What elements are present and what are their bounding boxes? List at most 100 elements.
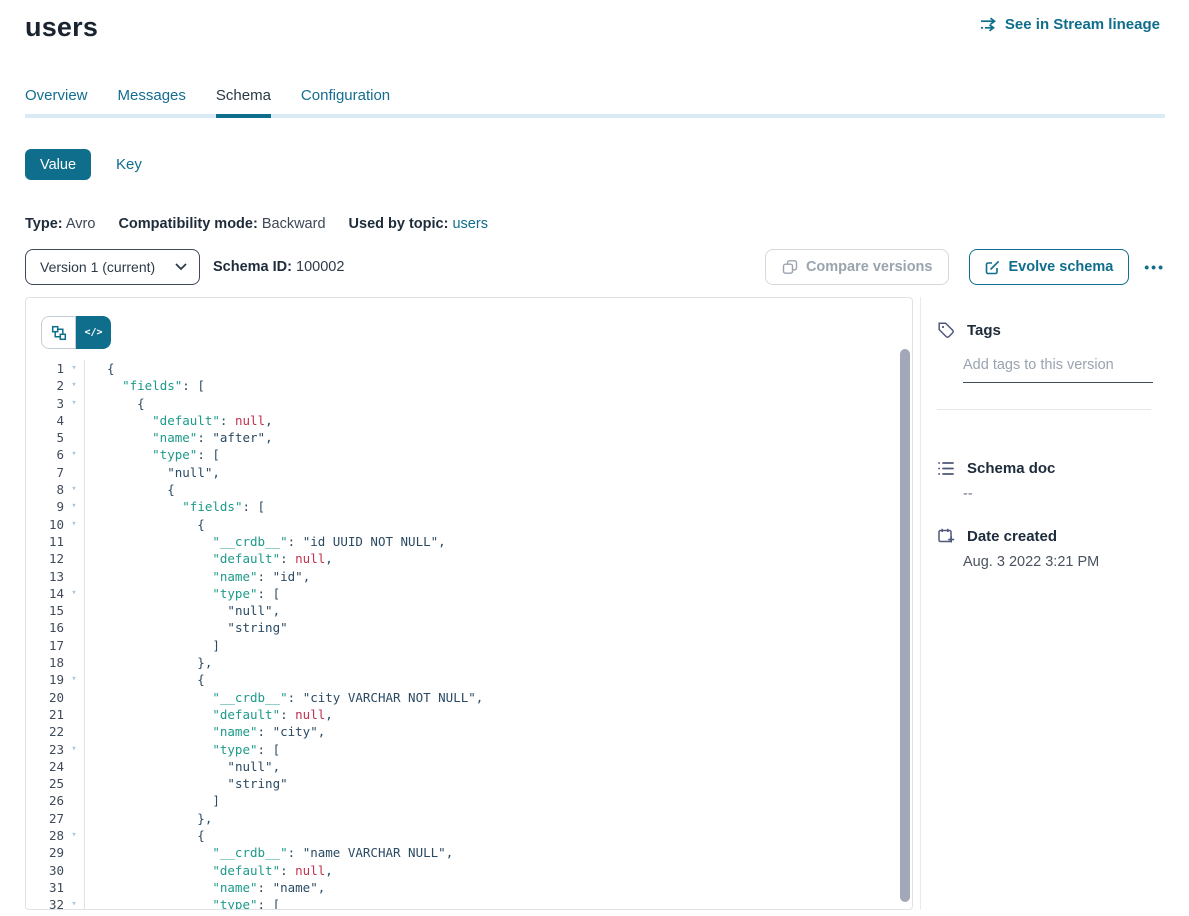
- fold-spacer: [64, 412, 84, 429]
- code-line: 11 "__crdb__": "id UUID NOT NULL",: [26, 533, 912, 550]
- tab-overview[interactable]: Overview: [25, 87, 88, 114]
- code-line: 28▾ {: [26, 827, 912, 844]
- code-text: "default": null,: [84, 412, 912, 429]
- compare-versions-button[interactable]: Compare versions: [765, 249, 950, 285]
- fold-spacer: [64, 568, 84, 585]
- code-text: "fields": [: [84, 498, 912, 515]
- fold-toggle-icon[interactable]: ▾: [64, 377, 84, 394]
- code-text: "default": null,: [84, 862, 912, 879]
- fold-spacer: [64, 879, 84, 896]
- tab-configuration[interactable]: Configuration: [301, 87, 390, 114]
- stream-lineage-link[interactable]: See in Stream lineage: [980, 16, 1160, 33]
- fold-toggle-icon[interactable]: ▾: [64, 741, 84, 758]
- compare-icon: [782, 259, 798, 275]
- date-created-heading: Date created: [967, 528, 1057, 545]
- code-line: 18 },: [26, 654, 912, 671]
- fold-toggle-icon[interactable]: ▾: [64, 498, 84, 515]
- code-text: "type": [: [84, 896, 912, 910]
- fold-spacer: [64, 689, 84, 706]
- fold-toggle-icon[interactable]: ▾: [64, 671, 84, 688]
- line-number: 25: [26, 775, 64, 792]
- code-text: {: [84, 516, 912, 533]
- code-text: "string": [84, 619, 912, 636]
- schema-meta: Type: Avro Compatibility mode: Backward …: [25, 216, 1189, 232]
- line-number: 28: [26, 827, 64, 844]
- code-text: {: [84, 395, 912, 412]
- schema-sidebar: Tags Schema doc --: [920, 297, 1165, 910]
- code-line: 3▾ {: [26, 395, 912, 412]
- calendar-plus-icon: [937, 527, 955, 545]
- fold-toggle-icon[interactable]: ▾: [64, 516, 84, 533]
- fold-spacer: [64, 619, 84, 636]
- code-view-button[interactable]: </>: [76, 316, 111, 349]
- code-text: "__crdb__": "city VARCHAR NOT NULL",: [84, 689, 912, 706]
- tree-view-button[interactable]: [41, 316, 76, 349]
- code-line: 13 "name": "id",: [26, 568, 912, 585]
- fold-spacer: [64, 810, 84, 827]
- chevron-down-icon: [175, 263, 187, 271]
- tags-input[interactable]: [963, 357, 1153, 383]
- line-number: 29: [26, 844, 64, 861]
- fold-toggle-icon[interactable]: ▾: [64, 446, 84, 463]
- code-text: "type": [: [84, 741, 912, 758]
- code-line: 8▾ {: [26, 481, 912, 498]
- evolve-schema-button[interactable]: Evolve schema: [969, 249, 1129, 285]
- tab-messages[interactable]: Messages: [118, 87, 186, 114]
- line-number: 3: [26, 395, 64, 412]
- code-line: 4 "default": null,: [26, 412, 912, 429]
- code-text: "type": [: [84, 585, 912, 602]
- code-line: 16 "string": [26, 619, 912, 636]
- line-number: 7: [26, 464, 64, 481]
- key-button[interactable]: Key: [116, 156, 142, 173]
- list-icon: [937, 460, 955, 477]
- schema-id-value: 100002: [296, 259, 344, 275]
- line-number: 11: [26, 533, 64, 550]
- code-line: 29 "__crdb__": "name VARCHAR NULL",: [26, 844, 912, 861]
- fold-spacer: [64, 844, 84, 861]
- fold-spacer: [64, 637, 84, 654]
- evolve-label: Evolve schema: [1008, 259, 1113, 275]
- compat-label: Compatibility mode:: [118, 216, 257, 232]
- more-actions-button[interactable]: •••: [1144, 259, 1165, 275]
- code-text: "name": "after",: [84, 429, 912, 446]
- code-line: 5 "name": "after",: [26, 429, 912, 446]
- code-text: "__crdb__": "name VARCHAR NULL",: [84, 844, 912, 861]
- schema-view-toggle: </>: [41, 316, 111, 349]
- code-text: ]: [84, 792, 912, 809]
- code-text: "null",: [84, 602, 912, 619]
- code-text: "__crdb__": "id UUID NOT NULL",: [84, 533, 912, 550]
- code-line: 23▾ "type": [: [26, 741, 912, 758]
- code-text: "default": null,: [84, 706, 912, 723]
- fold-toggle-icon[interactable]: ▾: [64, 395, 84, 412]
- line-number: 8: [26, 481, 64, 498]
- tab-schema[interactable]: Schema: [216, 87, 271, 114]
- version-select[interactable]: Version 1 (current): [25, 249, 200, 285]
- fold-toggle-icon[interactable]: ▾: [64, 481, 84, 498]
- code-line: 20 "__crdb__": "city VARCHAR NOT NULL",: [26, 689, 912, 706]
- topic-link[interactable]: users: [452, 216, 487, 232]
- line-number: 13: [26, 568, 64, 585]
- schema-doc-value: --: [963, 486, 1165, 502]
- edit-icon: [985, 260, 1000, 275]
- code-text: },: [84, 654, 912, 671]
- tree-view-icon: [51, 325, 67, 341]
- fold-toggle-icon[interactable]: ▾: [64, 360, 84, 377]
- compare-label: Compare versions: [806, 259, 933, 275]
- fold-toggle-icon[interactable]: ▾: [64, 896, 84, 910]
- code-line: 14▾ "type": [: [26, 585, 912, 602]
- type-label: Type:: [25, 216, 63, 232]
- code-text: "null",: [84, 758, 912, 775]
- fold-toggle-icon[interactable]: ▾: [64, 827, 84, 844]
- line-number: 24: [26, 758, 64, 775]
- type-value: Avro: [66, 216, 96, 232]
- line-number: 31: [26, 879, 64, 896]
- value-button[interactable]: Value: [25, 149, 91, 180]
- fold-toggle-icon[interactable]: ▾: [64, 585, 84, 602]
- topic-label: Used by topic:: [349, 216, 449, 232]
- line-number: 10: [26, 516, 64, 533]
- code-line: 2▾ "fields": [: [26, 377, 912, 394]
- line-number: 16: [26, 619, 64, 636]
- scrollbar-thumb[interactable]: [900, 349, 910, 902]
- code-line: 26 ]: [26, 792, 912, 809]
- code-line: 1▾{: [26, 360, 912, 377]
